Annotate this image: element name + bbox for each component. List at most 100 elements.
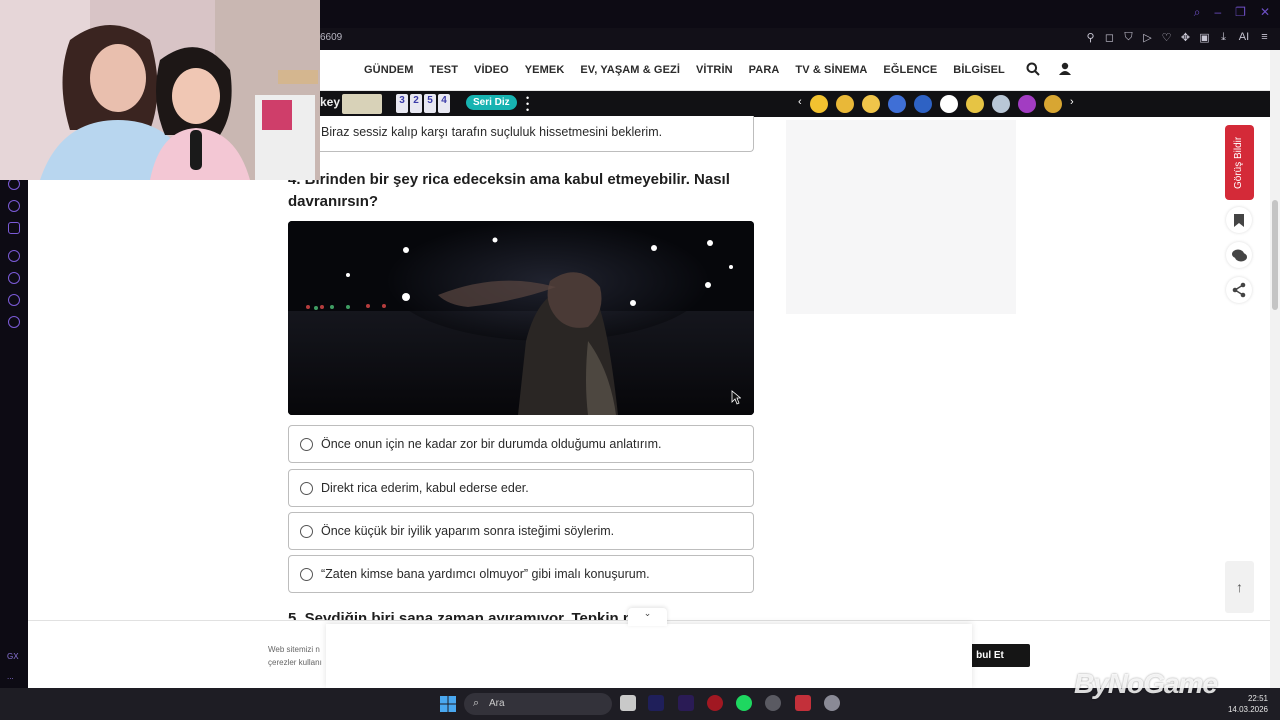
- chevron-left-icon[interactable]: ‹: [798, 96, 802, 108]
- popup-toggle-button[interactable]: ⌄: [628, 608, 667, 626]
- share-icon: [1232, 282, 1246, 298]
- okey-logo[interactable]: key: [320, 95, 340, 109]
- taskbar-search-label: Ara: [489, 698, 505, 709]
- discord-icon[interactable]: [8, 222, 20, 234]
- snapshot-icon[interactable]: ◻: [1104, 31, 1115, 44]
- number-tile: 5: [424, 94, 436, 113]
- reaction-icons: [810, 95, 1062, 113]
- settings-icon[interactable]: [824, 695, 840, 711]
- instagram-icon[interactable]: [8, 200, 20, 212]
- nav-item-gundem[interactable]: GÜNDEM: [364, 64, 414, 76]
- bookmark-icon: [1234, 214, 1244, 227]
- windows-start-icon[interactable]: [440, 696, 456, 712]
- page-scrollbar[interactable]: [1270, 50, 1280, 688]
- cookie-text-line: çerezler kullanı: [268, 658, 322, 667]
- clock-date: 14.03.2026: [1227, 705, 1268, 714]
- bookmark-button[interactable]: [1226, 207, 1252, 233]
- nav-item-test[interactable]: TEST: [430, 64, 459, 76]
- number-tiles: 3 2 5 4: [396, 94, 450, 113]
- number-tile: 3: [396, 94, 408, 113]
- mouse-cursor-icon: [731, 390, 741, 405]
- seri-diz-button[interactable]: Seri Diz: [466, 95, 517, 110]
- close-icon[interactable]: ✕: [1260, 5, 1270, 20]
- taskbar-clock[interactable]: 22:51 14.03.2026: [1228, 693, 1268, 715]
- option-label: “Zaten kimse bana yardımcı olmuyor” gibi…: [321, 567, 650, 581]
- brand-badge-icon[interactable]: [1044, 95, 1062, 113]
- option-label: Önce onun için ne kadar zor bir durumda …: [321, 437, 662, 451]
- nav-item-vitrin[interactable]: VİTRİN: [696, 64, 733, 76]
- file-explorer-icon[interactable]: [620, 695, 636, 711]
- spotify-icon[interactable]: [736, 695, 752, 711]
- nav-item-bilgisel[interactable]: BİLGİSEL: [953, 64, 1005, 76]
- webcam-feed: [0, 0, 320, 180]
- obs-icon[interactable]: [765, 695, 781, 711]
- snowflake-icon[interactable]: [992, 95, 1010, 113]
- nav-item-video[interactable]: VİDEO: [474, 64, 509, 76]
- nav-item-yemek[interactable]: YEMEK: [525, 64, 565, 76]
- window-controls: ⌕ – ❐ ✕: [1194, 5, 1270, 20]
- search-icon[interactable]: [1026, 62, 1040, 76]
- okey-tiles: [342, 94, 382, 114]
- app-icon[interactable]: [795, 695, 811, 711]
- opera-gx-icon[interactable]: [707, 695, 723, 711]
- extensions-icon[interactable]: ✥: [1180, 31, 1191, 44]
- url-text[interactable]: 6609: [320, 32, 342, 43]
- add-icon[interactable]: [8, 250, 20, 262]
- radio-button[interactable]: [300, 525, 313, 538]
- shield-icon[interactable]: ⛉: [1123, 31, 1134, 44]
- love-emoji-icon[interactable]: [810, 95, 828, 113]
- brand-badge-icon[interactable]: [1018, 95, 1036, 113]
- answer-option[interactable]: “Zaten kimse bana yardımcı olmuyor” gibi…: [288, 555, 754, 593]
- answer-option[interactable]: Önce onun için ne kadar zor bir durumda …: [288, 425, 754, 463]
- search-icon[interactable]: ⌕: [1194, 5, 1201, 20]
- nav-item-eglence[interactable]: EĞLENCE: [883, 64, 937, 76]
- brand-badge-icon[interactable]: [888, 95, 906, 113]
- wallet-icon[interactable]: ▣: [1199, 31, 1210, 44]
- comments-icon: [1232, 249, 1247, 262]
- question-image: [288, 221, 754, 415]
- download-icon[interactable]: ⤓: [1218, 31, 1229, 44]
- drag-handle-icon: • • •: [526, 93, 530, 115]
- number-tile: 2: [410, 94, 422, 113]
- premiere-icon[interactable]: [678, 695, 694, 711]
- maximize-icon[interactable]: ❐: [1235, 5, 1246, 20]
- settings-icon[interactable]: [8, 316, 20, 328]
- after-effects-icon[interactable]: [648, 695, 664, 711]
- answer-option[interactable]: Direkt rica ederim, kabul ederse eder.: [288, 469, 754, 507]
- previous-answer-option[interactable]: Biraz sessiz kalıp karşı tarafın suçlulu…: [288, 116, 754, 152]
- answer-option[interactable]: Önce küçük bir iyilik yaparım sonra iste…: [288, 512, 754, 550]
- brand-badge-icon[interactable]: [914, 95, 932, 113]
- heart-icon[interactable]: ♡: [1161, 31, 1172, 44]
- pin-icon[interactable]: ⚲: [1085, 31, 1096, 44]
- feedback-label: Görüş Bildir: [1233, 136, 1244, 189]
- nav-item-para[interactable]: PARA: [749, 64, 780, 76]
- comments-button[interactable]: [1226, 242, 1252, 268]
- radio-button[interactable]: [300, 438, 313, 451]
- history-icon[interactable]: [8, 272, 20, 284]
- minimize-icon[interactable]: –: [1214, 5, 1221, 20]
- back-to-top-button[interactable]: ↑: [1225, 561, 1254, 613]
- more-icon[interactable]: ...: [7, 672, 14, 681]
- feedback-button[interactable]: Görüş Bildir: [1225, 125, 1254, 200]
- cookie-text: Web sitemizi n çerezler kullanı: [268, 643, 322, 669]
- menu-icon[interactable]: ≡: [1259, 31, 1270, 44]
- laugh-emoji-icon[interactable]: [862, 95, 880, 113]
- smile-emoji-icon[interactable]: [966, 95, 984, 113]
- chevron-right-icon[interactable]: ›: [1070, 96, 1074, 108]
- share-button[interactable]: [1226, 277, 1252, 303]
- play-icon[interactable]: ▷: [1142, 31, 1153, 44]
- radio-button[interactable]: [300, 568, 313, 581]
- chat-icon[interactable]: [8, 294, 20, 306]
- nav-item-ev-yasam-gezi[interactable]: EV, YAŞAM & GEZİ: [580, 64, 680, 76]
- nav-item-tv-sinema[interactable]: TV & SİNEMA: [795, 64, 867, 76]
- bottom-popup-panel: [326, 624, 972, 688]
- main-menu: GÜNDEM TEST VİDEO YEMEK EV, YAŞAM & GEZİ…: [364, 64, 1005, 76]
- number-tile: 4: [438, 94, 450, 113]
- sad-emoji-icon[interactable]: [836, 95, 854, 113]
- scrollbar-thumb[interactable]: [1272, 200, 1278, 310]
- taskbar-search[interactable]: ⌕ Ara: [464, 693, 612, 715]
- user-icon[interactable]: [1058, 62, 1072, 76]
- radio-button[interactable]: [300, 482, 313, 495]
- ai-label[interactable]: AI: [1237, 31, 1251, 44]
- dk-badge-icon[interactable]: [940, 95, 958, 113]
